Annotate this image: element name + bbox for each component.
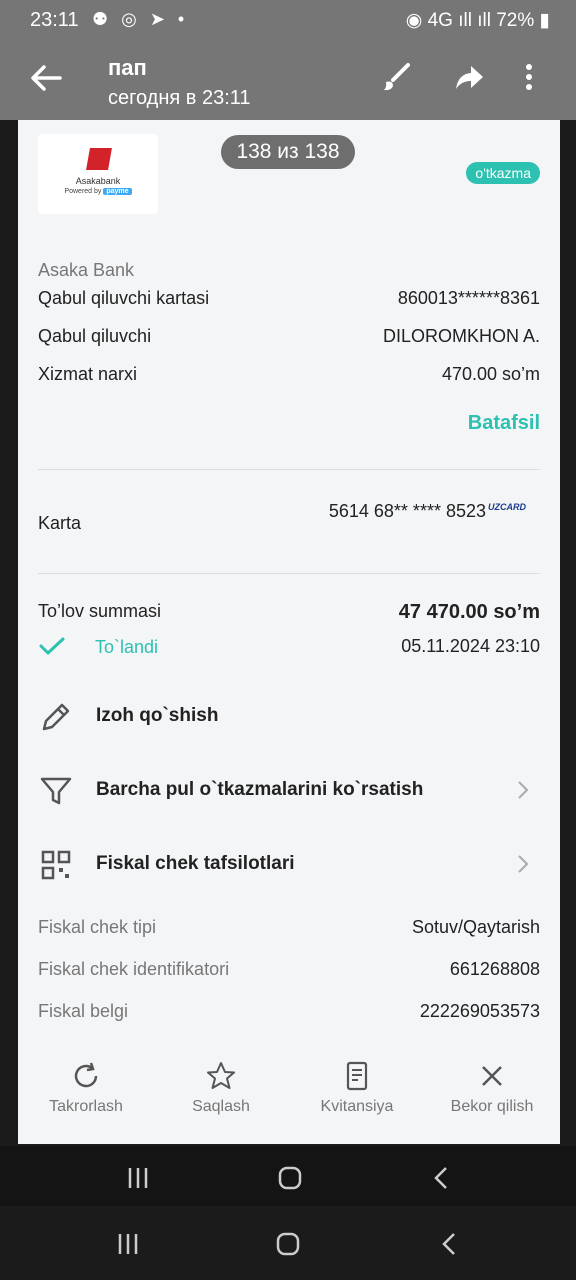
star-icon <box>207 1062 235 1089</box>
chat-title-block: пап сегодня в 23:11 <box>108 55 251 110</box>
card-label: Karta <box>38 513 82 533</box>
receipt-label: Kvitansiya <box>320 1098 394 1115</box>
save-label: Saqlash <box>192 1098 250 1115</box>
field-label: Xizmat narxi <box>38 364 138 384</box>
action-label: Izoh qo`shish <box>96 705 219 726</box>
document-icon <box>346 1061 368 1091</box>
fiscal-value: Sotuv/Qaytarish <box>411 917 540 937</box>
repeat-button[interactable]: Takrorlash <box>18 1060 154 1116</box>
message-time: сегодня в 23:11 <box>108 87 251 109</box>
bottom-actions: Takrorlash Saqlash Kvitansiya Bekor qili… <box>18 1060 560 1120</box>
logo-brand: payme <box>103 188 132 195</box>
bank-name: Asaka Bank <box>38 260 135 280</box>
payment-amount: 47 470.00 so’m <box>398 601 540 623</box>
add-comment-action[interactable]: Izoh qo`shish <box>38 697 540 737</box>
recents-icon[interactable] <box>124 1164 152 1192</box>
field-value: 860013******8361 <box>397 288 540 308</box>
check-icon <box>39 637 65 655</box>
recents-icon[interactable] <box>114 1230 142 1258</box>
payment-datetime: 05.11.2024 23:10 <box>401 636 540 656</box>
filter-icon <box>40 777 72 805</box>
viewer-toolbar: 23:11 ⚉ ◎ ➤ • ◉ 4G ıll ıll 72% ▮ пап сег… <box>0 0 576 120</box>
save-button[interactable]: Saqlash <box>153 1060 289 1116</box>
receipt-button[interactable]: Kvitansiya <box>289 1060 425 1116</box>
asakabank-logo-icon <box>86 148 112 170</box>
share-arrow-icon[interactable] <box>452 60 486 94</box>
fiscal-label: Fiskal chek identifikatori <box>38 959 230 979</box>
logo-powered: Powered by payme <box>38 188 158 195</box>
fiscal-details-action[interactable]: Fiskal chek tafsilotlari <box>38 845 540 885</box>
image-counter: 138 из 138 <box>221 135 355 169</box>
pencil-icon <box>42 703 70 731</box>
chat-title: пап <box>108 55 147 80</box>
brush-icon[interactable] <box>380 60 414 94</box>
card-number: 5614 68** **** 8523 <box>328 501 486 521</box>
cancel-label: Bekor qilish <box>450 1098 534 1115</box>
show-all-transfers-action[interactable]: Barcha pul o`tkazmalarini ko`rsatish <box>38 771 540 811</box>
logo-bank-name: Asakabank <box>75 176 121 186</box>
back-arrow-icon[interactable] <box>26 58 66 98</box>
system-nav-bar <box>0 1212 576 1272</box>
chevron-right-icon <box>518 781 529 799</box>
notification-icons: ⚉ ◎ ➤ • <box>92 9 189 29</box>
field-label: Qabul qiluvchi kartasi <box>38 288 210 308</box>
status-check: To`landi <box>38 636 158 658</box>
field-label: Qabul qiluvchi <box>38 326 152 346</box>
fiscal-value: 661268808 <box>449 959 540 979</box>
field-value: DILOROMKHON A. <box>382 326 540 346</box>
uzcard-logo: UZCARD <box>488 502 526 512</box>
refresh-icon <box>74 1062 98 1088</box>
status-time: 23:11 <box>30 9 79 31</box>
status-bar: 23:11 ⚉ ◎ ➤ • ◉ 4G ıll ıll 72% ▮ <box>0 0 576 42</box>
repeat-label: Takrorlash <box>49 1098 123 1115</box>
more-vert-icon[interactable] <box>522 60 536 94</box>
action-label: Fiskal chek tafsilotlari <box>96 853 295 874</box>
payment-label: To’lov summasi <box>38 601 162 621</box>
field-value: 470.00 so’m <box>441 364 540 384</box>
fiscal-label: Fiskal chek tipi <box>38 917 157 937</box>
inner-nav-bar <box>0 1146 576 1206</box>
home-icon[interactable] <box>276 1164 304 1192</box>
details-link[interactable]: Batafsil <box>468 412 540 435</box>
home-icon[interactable] <box>274 1230 302 1258</box>
back-icon[interactable] <box>428 1164 456 1192</box>
chevron-right-icon <box>518 855 529 873</box>
divider <box>38 469 540 470</box>
fiscal-label: Fiskal belgi <box>38 1001 129 1021</box>
cancel-button[interactable]: Bekor qilish <box>424 1060 560 1116</box>
divider <box>38 573 540 574</box>
logo-powered-text: Powered by <box>64 188 102 195</box>
system-status-icons: ◉ 4G ıll ıll 72% ▮ <box>405 10 550 31</box>
qr-icon <box>41 850 71 880</box>
action-label: Barcha pul o`tkazmalarini ko`rsatish <box>96 779 424 800</box>
close-icon <box>482 1066 502 1086</box>
fiscal-value: 222269053573 <box>419 1001 540 1021</box>
back-icon[interactable] <box>436 1230 464 1258</box>
bank-logo: Asakabank Powered by payme <box>38 134 158 214</box>
receipt-image: Asakabank Powered by payme 138 из 138 o'… <box>18 120 560 1144</box>
type-badge: o'tkazma <box>466 162 540 184</box>
payment-status: To`landi <box>95 637 159 657</box>
